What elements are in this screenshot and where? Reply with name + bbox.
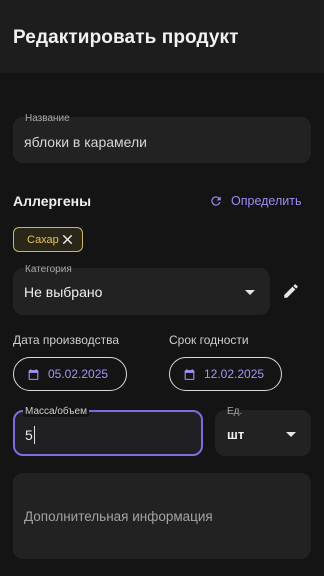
mass-label: Масса/объем [23,406,89,417]
detect-allergens-button[interactable]: Определить [209,191,301,211]
mass-value: 5 [25,427,33,443]
product-name-value[interactable]: яблоки в карамели [24,134,147,150]
product-name-label: Название [25,113,70,124]
detect-allergens-label: Определить [231,194,302,208]
expiry-date-button[interactable]: 12.02.2025 [169,357,282,391]
production-date-value: 05.02.2025 [48,367,109,381]
production-date-button[interactable]: 05.02.2025 [13,357,127,391]
category-value: Не выбрано [24,284,103,300]
mass-input[interactable]: Масса/объем 5 [13,406,203,456]
refresh-icon [211,196,221,206]
category-label: Категория [25,264,72,275]
allergen-chip[interactable]: Сахар [13,227,83,252]
production-date-label: Дата производства [13,333,120,347]
product-name-field[interactable]: Название яблоки в карамели [13,113,311,163]
unit-select[interactable]: Ед. шт [215,406,311,456]
app-bar: Редактировать продукт [0,0,324,73]
allergen-chip-label: Сахар [27,233,59,246]
close-icon[interactable] [61,233,74,246]
pencil-icon[interactable] [282,282,300,300]
text-cursor [33,426,36,444]
page-title: Редактировать продукт [13,27,239,48]
calendar-icon [184,368,195,380]
expiry-date-value: 12.02.2025 [204,367,265,381]
additional-info-placeholder: Дополнительная информация [24,509,213,524]
unit-value: шт [227,427,245,442]
chevron-down-icon [286,432,296,437]
chevron-down-icon [245,290,255,295]
unit-label: Ед. [227,406,243,417]
expiry-date-label: Срок годности [169,333,249,347]
allergens-title: Аллергены [13,193,92,209]
calendar-icon [28,368,39,380]
category-select[interactable]: Категория Не выбрано [13,264,270,315]
additional-info-field[interactable]: Дополнительная информация [13,473,311,559]
